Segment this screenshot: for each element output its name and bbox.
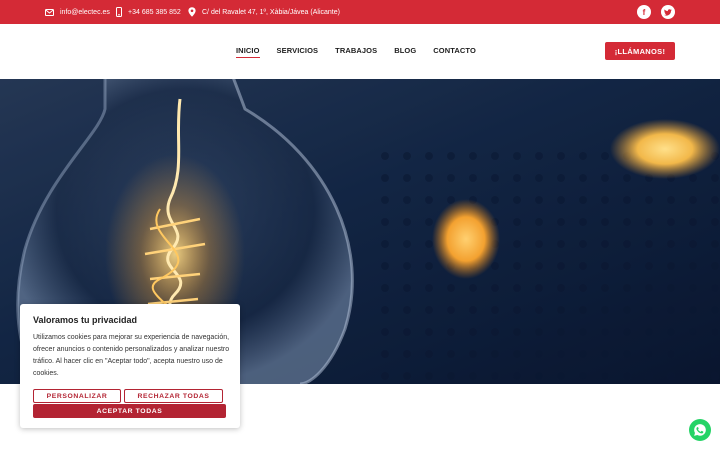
cookie-consent-banner: Valoramos tu privacidad Utilizamos cooki… [20,304,240,428]
nav-item-servicios[interactable]: SERVICIOS [277,46,319,57]
nav-item-trabajos[interactable]: TRABAJOS [335,46,377,57]
whatsapp-icon [694,424,706,436]
cookie-title: Valoramos tu privacidad [33,315,138,325]
map-pin-icon [188,7,196,17]
address-text: C/ del Ravalet 47, 1º, Xàbia/Jávea (Alic… [202,8,340,16]
main-navigation: INICIO SERVICIOS TRABAJOS BLOG CONTACTO [236,24,476,79]
facebook-glyph: f [642,7,646,17]
reject-all-cookies-button[interactable]: RECHAZAR TODAS [124,389,223,403]
phone-link[interactable]: +34 685 385 852 [116,0,181,24]
whatsapp-chat-button[interactable] [689,419,711,441]
twitter-icon[interactable] [661,5,675,19]
twitter-bird-icon [664,8,672,16]
nav-item-inicio[interactable]: INICIO [236,46,260,58]
top-contact-bar: info@electec.es +34 685 385 852 C/ del R… [0,0,720,24]
cookie-description: Utilizamos cookies para mejorar su exper… [33,334,230,377]
customize-cookies-button[interactable]: PERSONALIZAR [33,389,121,403]
email-text: info@electec.es [60,8,110,16]
phone-text: +34 685 385 852 [128,8,181,16]
facebook-icon[interactable]: f [637,5,651,19]
nav-item-blog[interactable]: BLOG [394,46,416,57]
accept-all-cookies-button[interactable]: ACEPTAR TODAS [33,404,226,418]
envelope-icon [45,8,54,16]
email-link[interactable]: info@electec.es [45,0,110,24]
nav-item-contacto[interactable]: CONTACTO [433,46,476,57]
address-link[interactable]: C/ del Ravalet 47, 1º, Xàbia/Jávea (Alic… [188,0,340,24]
call-us-button[interactable]: ¡LLÁMANOS! [605,42,675,60]
mobile-phone-icon [116,7,122,17]
